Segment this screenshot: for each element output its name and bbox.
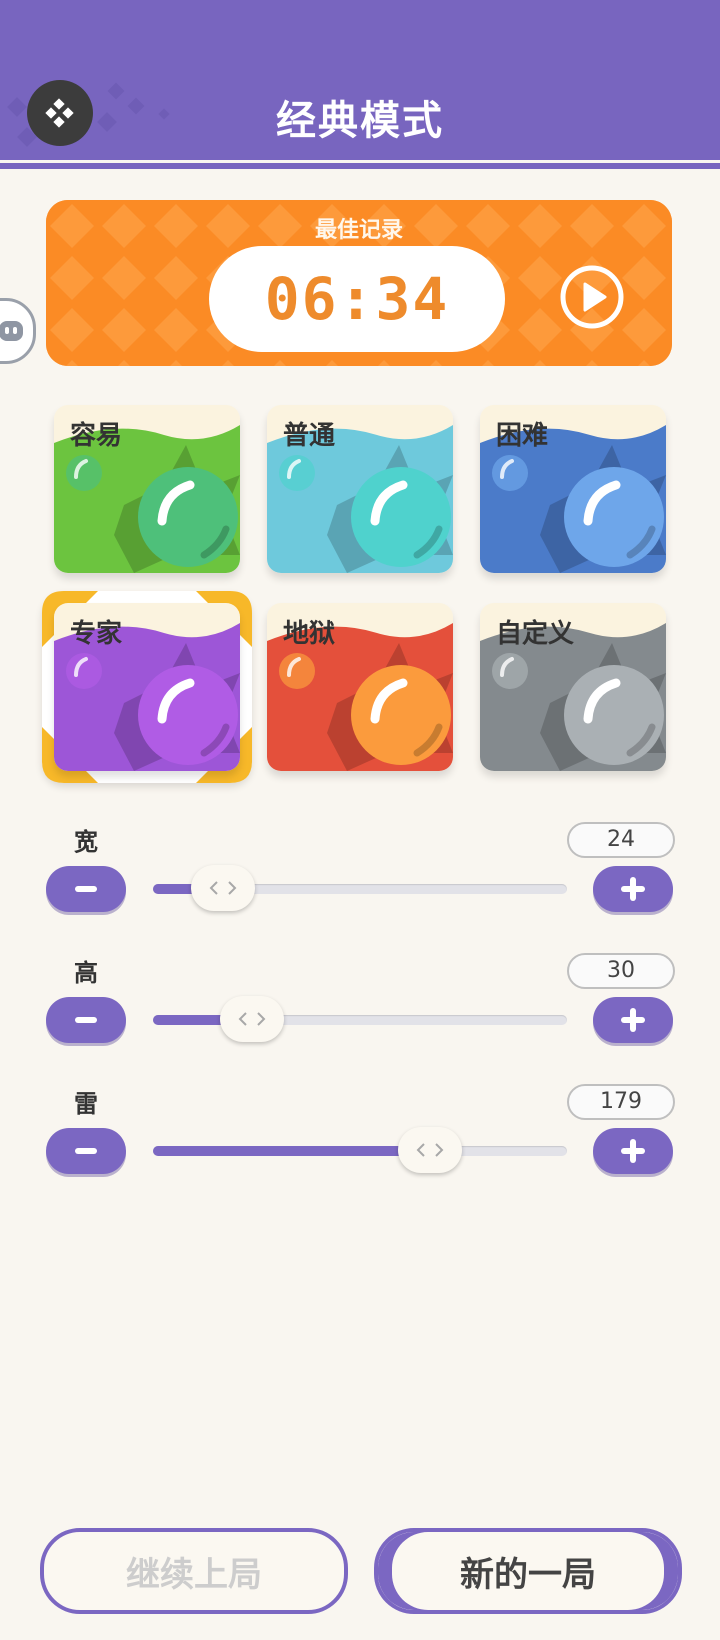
difficulty-tile-easy[interactable]: 容易	[54, 405, 240, 573]
side-drawer-handle[interactable]	[0, 298, 36, 364]
mines-slider-fill	[153, 1146, 430, 1156]
width-label: 宽	[74, 828, 98, 856]
difficulty-tile-normal[interactable]: 普通	[267, 405, 453, 573]
height-increase-button[interactable]	[593, 997, 673, 1043]
minus-icon	[75, 886, 97, 892]
height-label: 高	[74, 959, 98, 987]
best-record-card: 最佳记录 06:34	[46, 200, 672, 366]
width-slider[interactable]	[153, 865, 567, 911]
height-slider-thumb[interactable]	[220, 996, 284, 1042]
mines-value: 179	[567, 1084, 675, 1120]
continue-game-button[interactable]: 继续上局	[40, 1528, 348, 1614]
height-value: 30	[567, 953, 675, 989]
difficulty-tile-custom[interactable]: 自定义	[480, 603, 666, 771]
difficulty-tile-hell[interactable]: 地狱	[267, 603, 453, 771]
width-slider-thumb[interactable]	[191, 865, 255, 911]
height-decrease-button[interactable]	[46, 997, 126, 1043]
plus-icon	[621, 1139, 645, 1163]
mines-increase-button[interactable]	[593, 1128, 673, 1174]
width-decrease-button[interactable]	[46, 866, 126, 912]
best-record-time: 06:34	[264, 265, 450, 333]
mines-label: 雷	[74, 1090, 98, 1118]
difficulty-label: 容易	[70, 421, 123, 451]
play-icon[interactable]	[559, 264, 625, 330]
width-increase-button[interactable]	[593, 866, 673, 912]
difficulty-tile-expert[interactable]: 专家	[54, 603, 240, 771]
header-bar: 经典模式	[0, 0, 720, 160]
drag-handle-icon	[209, 881, 237, 895]
best-record-time-pill: 06:34	[209, 246, 505, 352]
minus-icon	[75, 1017, 97, 1023]
new-game-button[interactable]: 新的一局	[374, 1528, 682, 1614]
mines-slider[interactable]	[153, 1127, 567, 1173]
width-value: 24	[567, 822, 675, 858]
robot-face-icon	[0, 321, 23, 341]
difficulty-label: 困难	[496, 421, 549, 451]
mines-slider-thumb[interactable]	[398, 1127, 462, 1173]
header-divider	[0, 163, 720, 169]
drag-handle-icon	[238, 1012, 266, 1026]
page-title: 经典模式	[276, 98, 444, 144]
minus-icon	[75, 1148, 97, 1154]
best-record-label: 最佳记录	[314, 218, 403, 243]
difficulty-label: 普通	[283, 421, 336, 451]
difficulty-label: 专家	[70, 619, 123, 649]
difficulty-tile-hard[interactable]: 困难	[480, 405, 666, 573]
difficulty-label: 自定义	[496, 619, 575, 649]
plus-icon	[621, 877, 645, 901]
drag-handle-icon	[416, 1143, 444, 1157]
height-slider[interactable]	[153, 996, 567, 1042]
difficulty-label: 地狱	[283, 619, 336, 649]
plus-icon	[621, 1008, 645, 1032]
mines-decrease-button[interactable]	[46, 1128, 126, 1174]
